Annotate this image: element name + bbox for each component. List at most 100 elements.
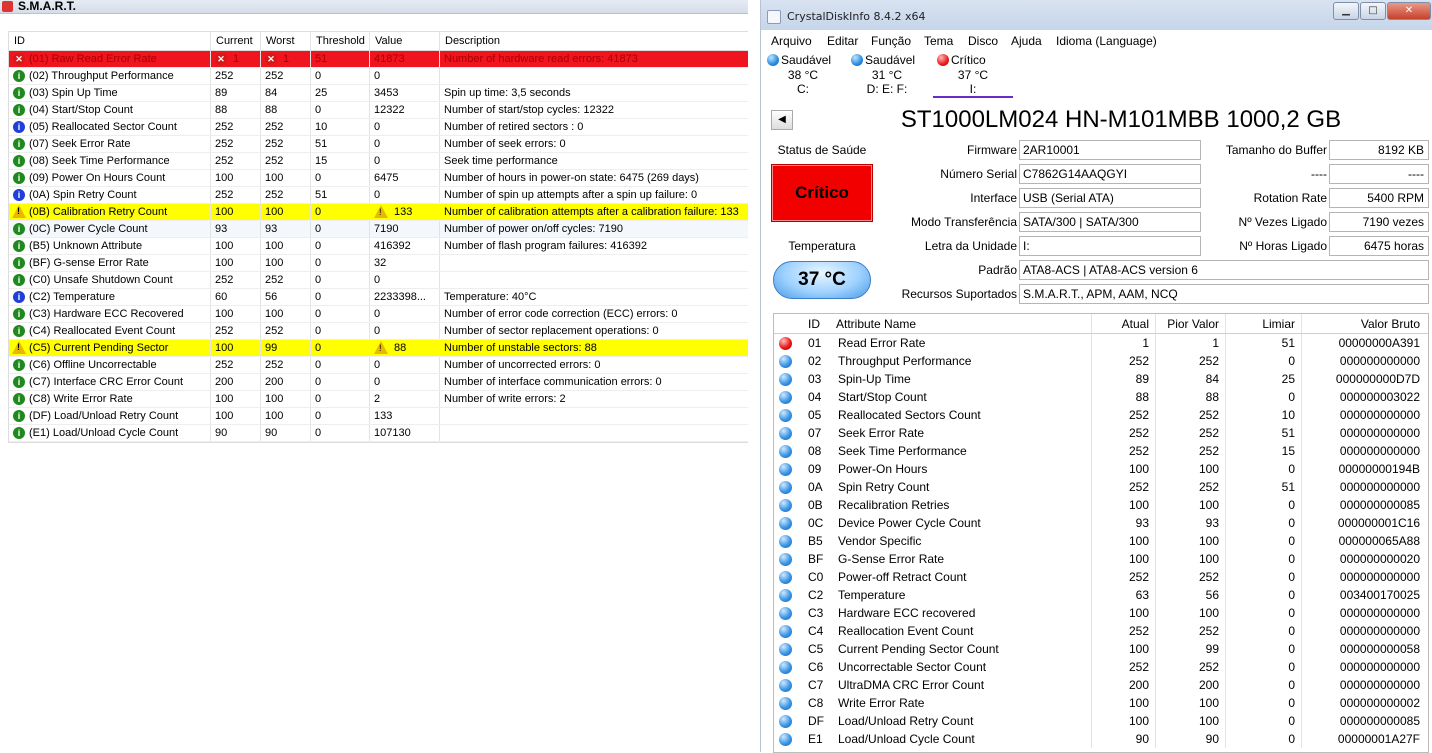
health-status-button[interactable]: Crítico [771,164,873,222]
table-row[interactable]: (0B) Calibration Retry Count 100 100 0 133 Nu… [9,204,748,221]
table-row[interactable]: i (C0) Unsafe Shutdown Count 252 252 0 0 [9,272,748,289]
col-worst-header[interactable]: Worst [261,32,311,50]
col-current-header[interactable]: Atual [1092,314,1156,333]
table-row[interactable]: C8 Write Error Rate 100 100 0 000000000002 [774,694,1428,712]
raw-value: 12322 [374,104,405,116]
table-row[interactable]: 0B Recalibration Retries 100 100 0 0000000000… [774,496,1428,514]
col-threshold-header[interactable]: Limiar [1226,314,1302,333]
table-row[interactable]: i (E1) Load/Unload Cycle Count 90 90 0 107130 [9,425,748,442]
table-row[interactable]: i (BF) G-sense Error Rate 100 100 0 32 [9,255,748,272]
table-row[interactable]: i (02) Throughput Performance 252 252 0 0 [9,68,748,85]
menu-disco[interactable]: Disco [968,30,998,52]
col-current-header[interactable]: Current [211,32,261,50]
raw-value: 2 [374,393,381,405]
table-row[interactable]: 0A Spin Retry Count 252 252 51 000000000000 [774,478,1428,496]
col-id-header[interactable]: ID [802,314,830,333]
col-value-header[interactable]: Value [370,32,440,50]
disk-model: ST1000LM024 HN-M101MBB 1000,2 GB [900,106,1342,133]
smart-table[interactable]: ID Current Worst Threshold Value Descrip… [8,31,748,443]
table-row[interactable]: 09 Power-On Hours 100 100 0 00000000194B [774,460,1428,478]
table-row[interactable]: 02 Throughput Performance 252 252 0 000000000… [774,352,1428,370]
table-row[interactable]: 08 Seek Time Performance 252 252 15 000000000… [774,442,1428,460]
status-good-icon [779,571,792,584]
table-row[interactable]: 03 Spin-Up Time 89 84 25 000000000D7D [774,370,1428,388]
table-row[interactable]: i (C6) Offline Uncorrectable 252 252 0 0 Numbe… [9,357,748,374]
current-value: 100 [215,240,234,252]
col-raw-header[interactable]: Valor Bruto [1302,314,1428,333]
table-row[interactable]: C7 UltraDMA CRC Error Count 200 200 0 0000000… [774,676,1428,694]
table-row[interactable]: i (08) Seek Time Performance 252 252 15 0 Seek… [9,153,748,170]
drive-tab-c[interactable]: Saudável 38 °C C: [763,52,843,98]
table-row[interactable]: i (03) Spin Up Time 89 84 25 3453 Spin up time… [9,85,748,102]
table-row[interactable]: i (DF) Load/Unload Retry Count 100 100 0 133 [9,408,748,425]
table-row[interactable]: i (0C) Power Cycle Count 93 93 0 7190 Number o… [9,221,748,238]
table-row[interactable]: DF Load/Unload Retry Count 100 100 0 00000000… [774,712,1428,730]
previous-disk-button[interactable]: ◀ [771,110,793,130]
drive-tab-i[interactable]: Crítico 37 °C I: [933,52,1013,98]
table-row[interactable]: BF G-Sense Error Rate 100 100 0 000000000020 [774,550,1428,568]
menu-idioma[interactable]: Idioma (Language) [1056,30,1157,52]
ok-icon: i [13,223,25,235]
col-name-header[interactable]: Attribute Name [830,314,1092,333]
threshold-value: 51 [1226,478,1302,496]
description: Seek time performance [444,155,558,167]
raw-value: 0 [374,325,381,337]
col-worst-header[interactable]: Pior Valor [1156,314,1226,333]
health-good-icon [767,54,779,66]
attribute-table[interactable]: ID Attribute Name Atual Pior Valor Limia… [773,313,1429,753]
table-row[interactable]: 0C Device Power Cycle Count 93 93 0 000000001… [774,514,1428,532]
current-value: 88 [1092,388,1156,406]
table-row[interactable]: C6 Uncorrectable Sector Count 252 252 0 00000… [774,658,1428,676]
close-button[interactable]: ✕ [1387,2,1431,20]
worst-value: 252 [1156,658,1226,676]
value-cell: 0 [370,272,440,288]
col-id-header[interactable]: ID [9,32,211,50]
table-row[interactable]: C3 Hardware ECC recovered 100 100 0 000000000… [774,604,1428,622]
table-row[interactable]: E1 Load/Unload Cycle Count 90 90 0 00000001A2… [774,730,1428,748]
table-row[interactable]: i (C2) Temperature 60 56 0 2233398... Temperat… [9,289,748,306]
table-row[interactable]: (C5) Current Pending Sector 100 99 0 88 Numbe… [9,340,748,357]
menu-ajuda[interactable]: Ajuda [1011,30,1042,52]
table-row[interactable]: 04 Start/Stop Count 88 88 0 000000003022 [774,388,1428,406]
drive-tab-def[interactable]: Saudável 31 °C D: E: F: [847,52,927,98]
table-row[interactable]: i (C7) Interface CRC Error Count 200 200 0 0 N… [9,374,748,391]
status-good-icon [779,733,792,746]
attr-name: Seek Error Rate [830,424,1092,442]
transfer-mode-value: SATA/300 | SATA/300 [1019,212,1201,232]
menu-editar[interactable]: Editar [827,30,858,52]
table-row[interactable]: i (B5) Unknown Attribute 100 100 0 416392 Numb… [9,238,748,255]
temperature-button[interactable]: 37 °C [773,261,871,299]
table-row[interactable]: C0 Power-off Retract Count 252 252 0 00000000… [774,568,1428,586]
value-cell: 6475 [370,170,440,186]
table-row[interactable]: i (C3) Hardware ECC Recovered 100 100 0 0 Numb… [9,306,748,323]
menu-arquivo[interactable]: Arquivo [771,30,812,52]
table-row[interactable]: i (C4) Reallocated Event Count 252 252 0 0 Num… [9,323,748,340]
col-description-header[interactable]: Description [440,32,748,50]
table-row[interactable]: C2 Temperature 63 56 0 003400170025 [774,586,1428,604]
menu-tema[interactable]: Tema [924,30,953,52]
table-row[interactable]: i (05) Reallocated Sector Count 252 252 10 0 N… [9,119,748,136]
col-threshold-header[interactable]: Threshold [311,32,370,50]
table-row[interactable]: i (0A) Spin Retry Count 252 252 51 0 Number of… [9,187,748,204]
maximize-button[interactable]: □ [1360,2,1386,20]
table-row[interactable]: ✕ (01) Raw Read Error Rate ✕ 1 ✕ 1 51 41873 Numb… [9,51,748,68]
table-row[interactable]: 07 Seek Error Rate 252 252 51 000000000000 [774,424,1428,442]
table-row[interactable]: 05 Reallocated Sectors Count 252 252 10 00000… [774,406,1428,424]
table-row[interactable]: i (04) Start/Stop Count 88 88 0 12322 Number o… [9,102,748,119]
minimize-button[interactable]: ▁ [1333,2,1359,20]
menu-funcao[interactable]: Função [871,30,911,52]
power-hours-value: 6475 horas [1329,236,1429,256]
col-status-header[interactable] [774,314,802,333]
attr-id: BF [808,552,824,566]
threshold-value: 15 [315,155,328,167]
table-row[interactable]: B5 Vendor Specific 100 100 0 000000065A88 [774,532,1428,550]
table-row[interactable]: i (C8) Write Error Rate 100 100 0 2 Number of … [9,391,748,408]
table-row[interactable]: i (07) Seek Error Rate 252 252 51 0 Number of … [9,136,748,153]
table-row[interactable]: C4 Reallocation Event Count 252 252 0 0000000… [774,622,1428,640]
status-good-icon [779,499,792,512]
status-cell [774,370,802,388]
table-row[interactable]: C5 Current Pending Sector Count 100 99 0 0000… [774,640,1428,658]
table-row[interactable]: i (09) Power On Hours Count 100 100 0 6475 Num… [9,170,748,187]
table-row[interactable]: 01 Read Error Rate 1 1 51 00000000A391 [774,334,1428,352]
current-value: 252 [1092,478,1156,496]
